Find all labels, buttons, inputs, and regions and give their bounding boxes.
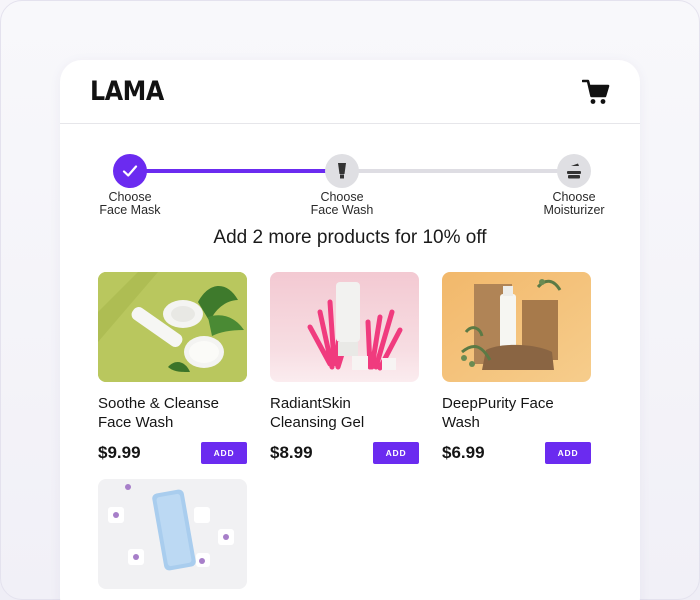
add-to-cart-button[interactable]: ADD	[373, 442, 419, 464]
product-price: $8.99	[270, 443, 313, 462]
tube-icon	[338, 163, 346, 179]
product-price: $9.99	[98, 443, 141, 462]
product-name: RadiantSkin Cleansing Gel	[270, 395, 365, 431]
product-card[interactable]	[98, 479, 247, 589]
brand-logo[interactable]: LAMA	[90, 76, 164, 107]
product-card[interactable]: RadiantSkin Cleansing Gel $8.99 ADD	[270, 272, 419, 464]
product-name: Soothe & Cleanse Face Wash	[98, 395, 219, 431]
product-image[interactable]	[442, 272, 591, 382]
product-picker-card: LAMA Choose Face Mask Choose Face Wash C…	[60, 60, 640, 600]
product-image[interactable]	[270, 272, 419, 382]
product-card[interactable]: Soothe & Cleanse Face Wash $9.99 ADD	[98, 272, 247, 464]
cart-icon[interactable]	[582, 78, 610, 106]
product-image[interactable]	[98, 479, 247, 589]
promo-message: Add 2 more products for 10% off	[213, 227, 487, 248]
check-icon	[122, 165, 138, 177]
stepper-track-complete	[130, 169, 342, 173]
add-to-cart-button[interactable]: ADD	[545, 442, 591, 464]
step-face-mask-label: Choose Face Mask	[99, 190, 161, 217]
price-row: $9.99 ADD	[98, 442, 247, 464]
step-face-wash-marker[interactable]	[325, 154, 359, 188]
price-row: $8.99 ADD	[270, 442, 419, 464]
product-card[interactable]: DeepPurity Face Wash $6.99 ADD	[442, 272, 591, 464]
cream-jar-icon	[567, 163, 581, 179]
product-image[interactable]	[98, 272, 247, 382]
step-moisturizer-marker[interactable]	[557, 154, 591, 188]
step-face-wash-label: Choose Face Wash	[310, 190, 374, 217]
header: LAMA	[60, 60, 640, 124]
step-face-mask-marker[interactable]	[113, 154, 147, 188]
stepper-track-remaining	[342, 169, 574, 173]
price-row: $6.99 ADD	[442, 442, 591, 464]
step-moisturizer-label: Choose Moisturizer	[543, 190, 605, 217]
product-name: DeepPurity Face Wash	[442, 395, 554, 431]
progress-stepper: Choose Face Mask Choose Face Wash Choose…	[60, 124, 640, 224]
product-price: $6.99	[442, 443, 485, 462]
add-to-cart-button[interactable]: ADD	[201, 442, 247, 464]
